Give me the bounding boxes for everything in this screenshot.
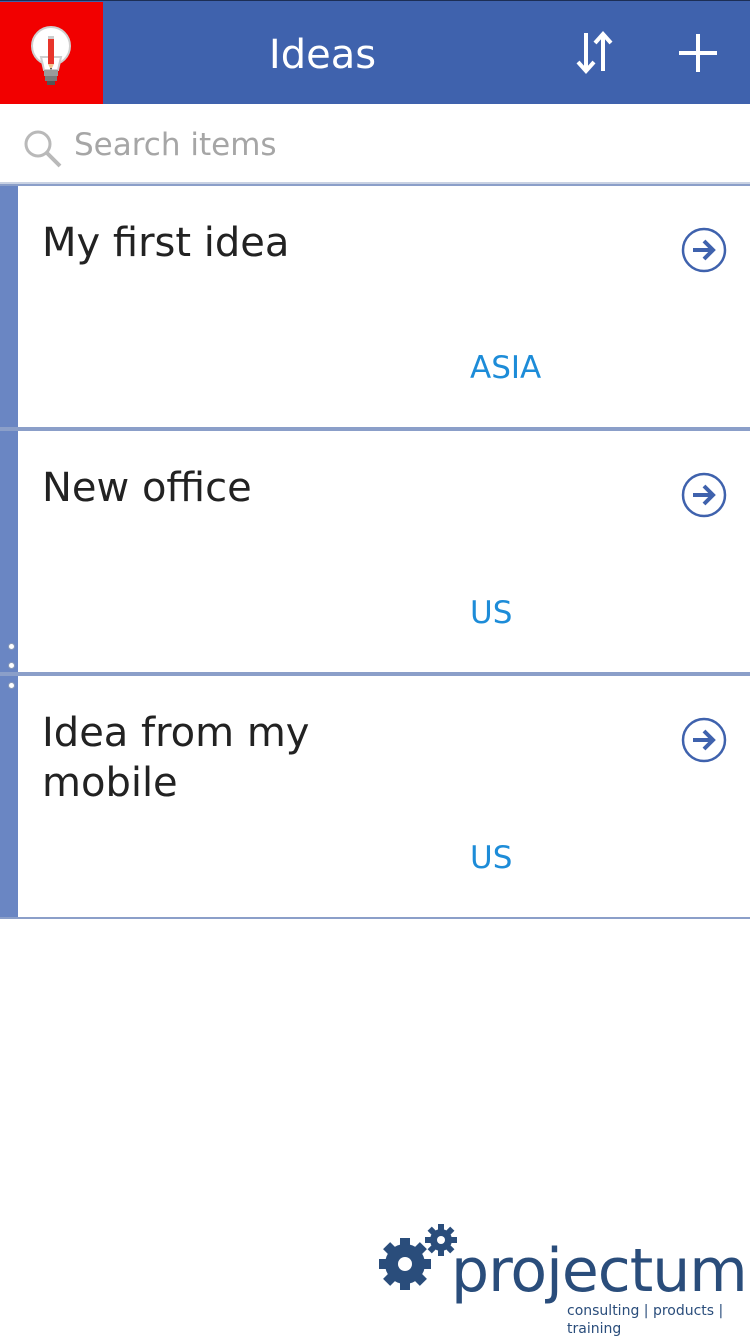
item-title: New office (42, 465, 252, 511)
search-input[interactable] (74, 120, 714, 170)
drag-handle-dot[interactable] (8, 643, 15, 650)
item-title: Idea from my mobile (42, 710, 310, 806)
item-region: US (470, 595, 513, 631)
item-region: ASIA (470, 350, 542, 386)
item-title: My first idea (42, 220, 290, 266)
drag-handle-dot[interactable] (8, 682, 15, 689)
arrow-right-circle-icon[interactable] (680, 471, 728, 519)
app-logo (0, 2, 103, 105)
list-item[interactable]: My first idea ASIA (0, 184, 750, 429)
arrow-right-circle-icon[interactable] (680, 226, 728, 274)
item-accent-bar (0, 431, 18, 672)
lightbulb-icon (31, 26, 71, 85)
item-accent-bar (0, 676, 18, 917)
brand-logo: projectum consulting | products | traini… (375, 1222, 748, 1337)
list-item[interactable]: Idea from my mobile US (0, 674, 750, 919)
page-title: Ideas (268, 32, 377, 78)
add-button[interactable] (672, 27, 724, 79)
drag-handle-dot[interactable] (8, 662, 15, 669)
sort-button[interactable] (568, 27, 620, 79)
brand-name: projectum (451, 1236, 748, 1306)
item-accent-bar (0, 186, 18, 427)
plus-icon (679, 34, 717, 72)
item-region: US (470, 840, 513, 876)
list-item[interactable]: New office US (0, 429, 750, 674)
sort-icon (576, 30, 613, 75)
search-bar (0, 104, 750, 184)
brand-tagline: consulting | products | training (567, 1303, 724, 1337)
arrow-right-circle-icon[interactable] (680, 716, 728, 764)
search-icon (24, 130, 62, 168)
app-header: Ideas (0, 0, 750, 105)
